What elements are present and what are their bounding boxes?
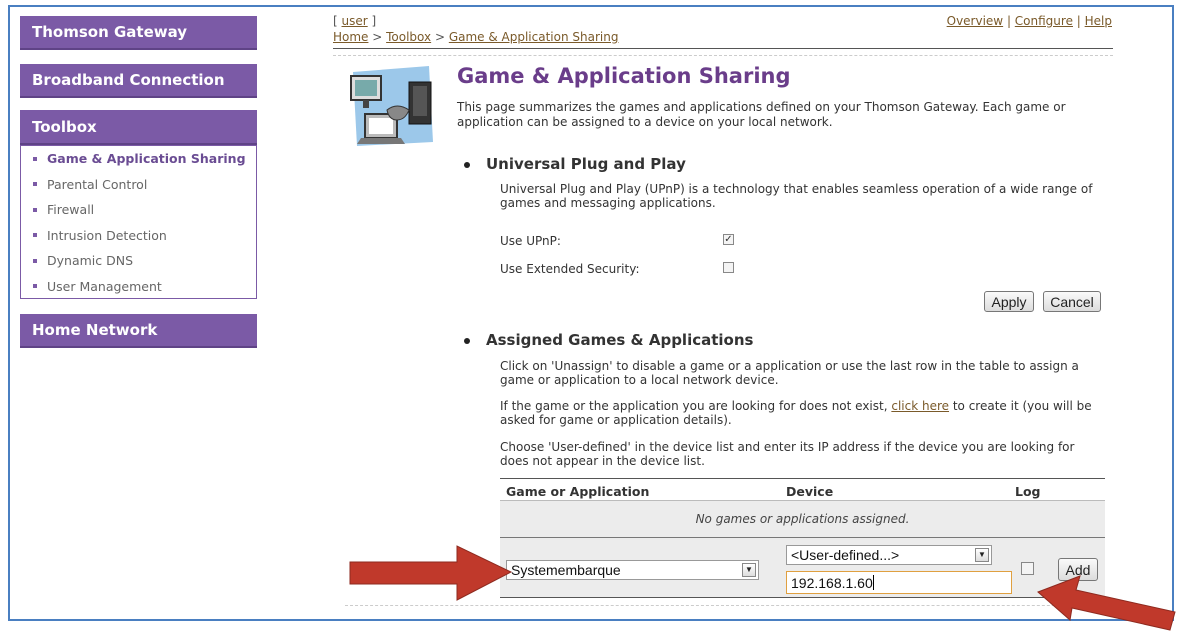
nav-help[interactable]: Help (1085, 14, 1112, 28)
click-here-link[interactable]: click here (891, 399, 949, 413)
header-divider (333, 48, 1113, 49)
table-header: Game or Application Device Log (500, 478, 1105, 501)
sidebar-item-dynamic-dns[interactable]: Dynamic DNS (21, 248, 256, 274)
nav-separator: | (1003, 14, 1015, 28)
cancel-button[interactable]: Cancel (1043, 291, 1101, 312)
sidebar-broadband-connection[interactable]: Broadband Connection (20, 64, 257, 98)
sidebar-gateway-label: Thomson Gateway (32, 23, 188, 41)
application-select[interactable]: Systemembarque ▼ (506, 560, 759, 580)
sidebar-toolbox-label: Toolbox (32, 117, 97, 136)
column-header-log: Log (1015, 484, 1041, 499)
nav-overview[interactable]: Overview (947, 14, 1004, 28)
toolbox-menu: Game & Application Sharing Parental Cont… (20, 145, 257, 299)
application-select-value: Systemembarque (511, 562, 621, 578)
upnp-heading: Universal Plug and Play (464, 155, 686, 173)
extended-security-label: Use Extended Security: (500, 262, 640, 276)
device-select[interactable]: <User-defined...> ▼ (786, 545, 992, 565)
bullet-icon (33, 182, 37, 187)
assigned-description-3: Choose 'User-defined' in the device list… (500, 440, 1075, 468)
page-intro: This page summarizes the games and appli… (457, 100, 1066, 129)
upnp-description: Universal Plug and Play (UPnP) is a tech… (500, 182, 1093, 210)
sidebar-item-firewall[interactable]: Firewall (21, 197, 256, 223)
column-header-application: Game or Application (506, 484, 650, 499)
sidebar-item-parental-control[interactable]: Parental Control (21, 172, 256, 198)
text-cursor (872, 575, 874, 590)
breadcrumb: Home > Toolbox > Game & Application Shar… (333, 30, 618, 44)
chevron-down-icon: ▼ (975, 548, 989, 562)
nav-configure[interactable]: Configure (1015, 14, 1073, 28)
breadcrumb-current[interactable]: Game & Application Sharing (449, 30, 619, 44)
sidebar-home-network[interactable]: Home Network (20, 314, 257, 348)
bullet-icon (33, 258, 37, 263)
device-select-value: <User-defined...> (791, 547, 900, 563)
sidebar-item-label: User Management (47, 278, 162, 294)
sidebar-item-label: Firewall (47, 202, 95, 217)
user-indicator: [ user ] (333, 14, 376, 28)
bracket-close: ] (367, 14, 377, 28)
sidebar-item-user-management[interactable]: User Management (21, 274, 256, 300)
nav-separator: | (1072, 14, 1085, 28)
user-link[interactable]: user (342, 14, 368, 28)
chevron-down-icon: ▼ (742, 563, 756, 577)
bracket-open: [ (333, 14, 342, 28)
header-dashed-divider (333, 55, 1113, 56)
sidebar-thomson-gateway[interactable]: Thomson Gateway (20, 16, 257, 50)
breadcrumb-home[interactable]: Home (333, 30, 368, 44)
apply-button[interactable]: Apply (984, 291, 1034, 312)
assigned-description-1: Click on 'Unassign' to disable a game or… (500, 359, 1079, 387)
check-icon: ✓ (724, 234, 733, 245)
bullet-icon (464, 161, 470, 168)
computers-illustration-icon (350, 66, 433, 146)
assigned-description-2: If the game or the application you are l… (500, 399, 1105, 427)
page-title: Game & Application Sharing (457, 64, 791, 88)
sidebar-item-label: Dynamic DNS (47, 253, 134, 268)
upnp-heading-text: Universal Plug and Play (486, 155, 686, 173)
para-text: If the game or the application you are l… (500, 399, 892, 413)
sidebar-broadband-label: Broadband Connection (32, 71, 225, 89)
use-upnp-label: Use UPnP: (500, 234, 561, 248)
bullet-icon (33, 284, 37, 289)
assigned-heading-text: Assigned Games & Applications (486, 331, 754, 349)
breadcrumb-separator: > (368, 30, 387, 44)
ip-address-input[interactable]: 192.168.1.60 (786, 571, 1012, 594)
bullet-icon (33, 207, 37, 212)
extended-security-checkbox[interactable] (723, 262, 734, 273)
ip-address-value: 192.168.1.60 (791, 574, 873, 591)
annotation-arrow-right-icon (1037, 575, 1176, 631)
sidebar-item-game-application-sharing[interactable]: Game & Application Sharing (21, 146, 256, 172)
sidebar-toolbox[interactable]: Toolbox (20, 110, 257, 145)
sidebar-item-label: Intrusion Detection (47, 227, 167, 243)
use-upnp-checkbox[interactable]: ✓ (723, 234, 734, 245)
breadcrumb-separator: > (431, 30, 449, 44)
column-header-device: Device (786, 484, 834, 499)
sidebar-item-label: Parental Control (47, 176, 148, 192)
bullet-icon (33, 156, 37, 161)
sidebar-item-intrusion-detection[interactable]: Intrusion Detection (21, 223, 256, 249)
top-nav: Overview | Configure | Help (947, 14, 1112, 28)
sidebar-home-network-label: Home Network (32, 321, 158, 339)
breadcrumb-toolbox[interactable]: Toolbox (386, 30, 431, 44)
assigned-heading: Assigned Games & Applications (464, 331, 753, 349)
bullet-icon (464, 337, 470, 344)
sidebar-item-label: Game & Application Sharing (47, 151, 246, 166)
annotation-arrow-left-icon (349, 545, 513, 601)
bullet-icon (33, 233, 37, 238)
table-empty-row: No games or applications assigned. (500, 501, 1105, 538)
